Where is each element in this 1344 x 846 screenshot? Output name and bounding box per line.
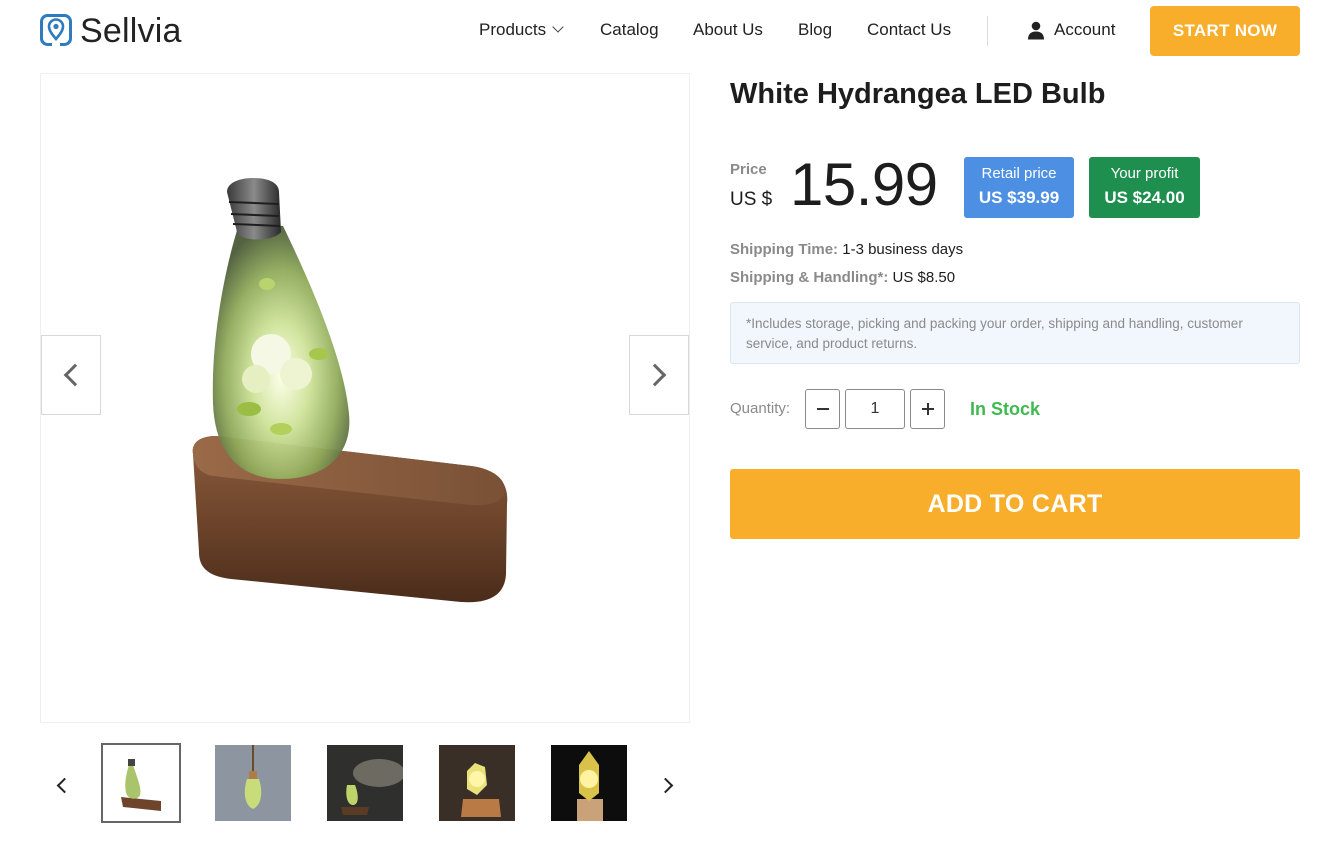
retail-price-badge: Retail price US $39.99 [964, 157, 1074, 218]
quantity-input[interactable] [845, 389, 905, 429]
thumbnail-1[interactable] [101, 743, 181, 823]
chevron-right-icon [643, 363, 667, 387]
thumbnail-image [215, 745, 291, 821]
shipping-time-label: Shipping Time: [730, 241, 839, 258]
chevron-down-icon [552, 21, 564, 33]
quantity-decrease-button[interactable] [805, 389, 840, 429]
thumbnail-image [551, 745, 627, 821]
profit-value: US $24.00 [1104, 188, 1185, 207]
shipping-note: *Includes storage, picking and packing y… [730, 302, 1300, 364]
thumbnail-2[interactable] [215, 745, 291, 821]
shipping-time: Shipping Time: 1-3 business days [730, 241, 963, 259]
stock-status: In Stock [970, 399, 1041, 419]
price-label: Price [730, 161, 767, 178]
nav-contact-us[interactable]: Contact Us [867, 20, 951, 40]
shipping-handling-label: Shipping & Handling*: [730, 269, 889, 286]
plus-icon [921, 403, 934, 415]
gallery-next-button[interactable] [629, 335, 689, 415]
thumbnail-5[interactable] [551, 745, 627, 821]
thumbnail-image [327, 745, 403, 821]
thumbnail-4[interactable] [439, 745, 515, 821]
profit-label: Your profit [1110, 165, 1179, 182]
product-title: White Hydrangea LED Bulb [730, 78, 1106, 110]
gallery-prev-button[interactable] [41, 335, 101, 415]
minus-icon [816, 408, 829, 410]
account-link[interactable]: Account [1027, 20, 1115, 40]
chevron-right-icon [657, 777, 674, 793]
brand-name: Sellvia [80, 12, 182, 50]
quantity-increase-button[interactable] [910, 389, 945, 429]
price-value: 15.99 [790, 151, 938, 218]
chevron-left-icon [56, 777, 73, 793]
add-to-cart-button[interactable]: ADD TO CART [730, 469, 1300, 539]
nav-catalog[interactable]: Catalog [600, 20, 659, 40]
map-pin-logo-icon [40, 14, 72, 47]
shipping-time-value: 1-3 business days [842, 241, 964, 258]
start-now-button[interactable]: START NOW [1150, 6, 1300, 56]
profit-badge: Your profit US $24.00 [1089, 157, 1200, 218]
retail-price-value: US $39.99 [978, 188, 1060, 207]
thumbnail-image [103, 745, 179, 821]
chevron-left-icon [63, 363, 87, 387]
main-product-image [40, 73, 690, 723]
user-icon [1028, 21, 1044, 39]
thumbnail-3[interactable] [327, 745, 403, 821]
thumbnails-next-button[interactable] [657, 772, 678, 798]
retail-price-label: Retail price [981, 165, 1057, 182]
thumbnail-image [439, 745, 515, 821]
product-photo [192, 178, 508, 603]
shipping-handling-value: US $8.50 [892, 269, 956, 286]
quantity-label: Quantity: [730, 400, 791, 417]
account-label: Account [1054, 20, 1116, 39]
site-header: Sellvia Products Catalog About Us Blog C… [0, 0, 1344, 62]
thumbnails-prev-button[interactable] [52, 772, 73, 798]
nav-blog[interactable]: Blog [798, 20, 832, 40]
shipping-handling: Shipping & Handling*: US $8.50 [730, 269, 955, 287]
brand-logo[interactable]: Sellvia [40, 13, 182, 49]
nav-about-us[interactable]: About Us [693, 20, 763, 40]
price-currency: US $ [730, 189, 773, 210]
nav-divider [987, 16, 988, 46]
nav-products[interactable]: Products [479, 20, 564, 40]
nav-products-label: Products [479, 20, 547, 39]
